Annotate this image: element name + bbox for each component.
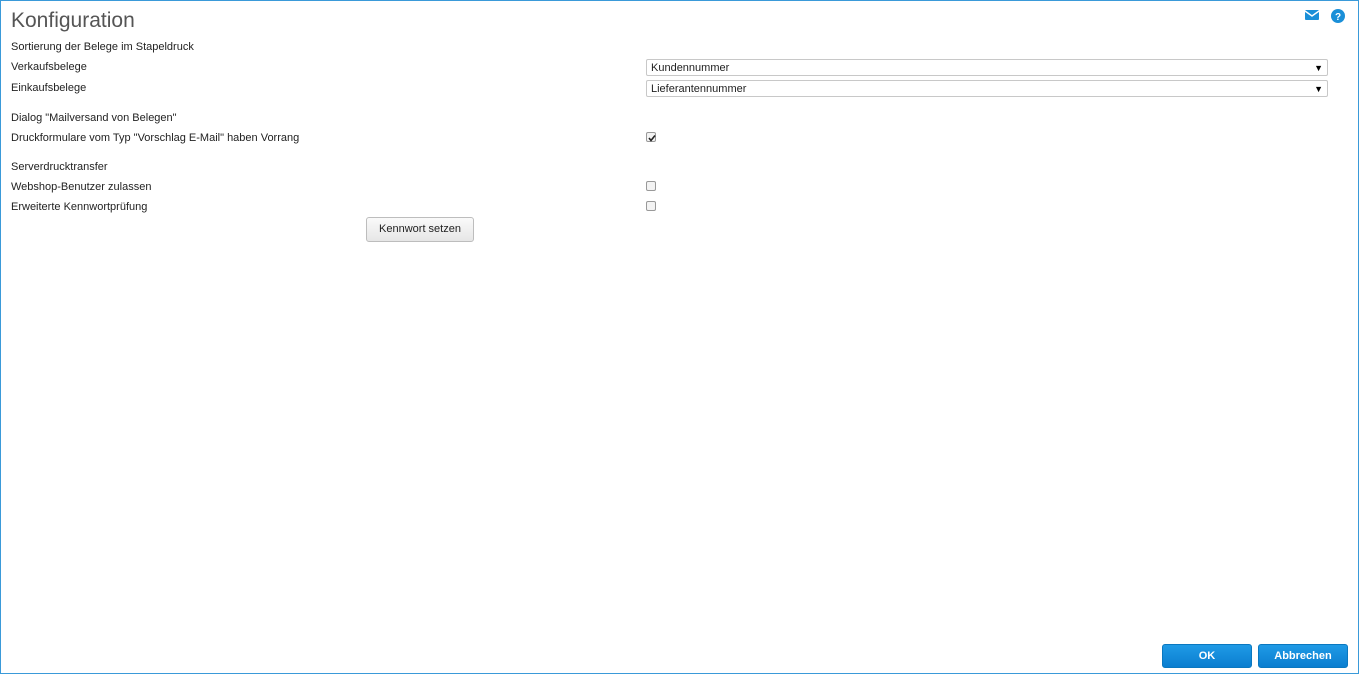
- mail-icon[interactable]: [1304, 8, 1320, 24]
- help-icon[interactable]: ?: [1330, 8, 1346, 24]
- mail-priority-label: Druckformulare vom Typ "Vorschlag E-Mail…: [11, 132, 300, 144]
- sales-documents-label: Verkaufsbelege: [11, 61, 87, 73]
- chevron-down-icon: ▼: [1314, 84, 1323, 94]
- cancel-button[interactable]: Abbrechen: [1258, 644, 1348, 668]
- webshop-users-checkbox[interactable]: [646, 181, 656, 191]
- webshop-users-label: Webshop-Benutzer zulassen: [11, 181, 152, 193]
- purchase-documents-value: Lieferantennummer: [651, 83, 747, 95]
- server-heading: Serverdrucktransfer: [11, 161, 108, 173]
- purchase-documents-select[interactable]: Lieferantennummer ▼: [646, 80, 1328, 97]
- chevron-down-icon: ▼: [1314, 63, 1323, 73]
- svg-text:?: ?: [1335, 12, 1341, 23]
- sales-documents-select[interactable]: Kundennummer ▼: [646, 59, 1328, 76]
- top-icon-bar: ?: [1304, 8, 1346, 24]
- mail-heading: Dialog "Mailversand von Belegen": [11, 112, 177, 124]
- configuration-dialog: Konfiguration ? Sortierung der Belege im…: [0, 0, 1359, 674]
- checkmark-icon: [648, 135, 656, 142]
- set-password-button[interactable]: Kennwort setzen: [366, 217, 474, 242]
- password-check-checkbox[interactable]: [646, 201, 656, 211]
- purchase-documents-label: Einkaufsbelege: [11, 82, 87, 94]
- sorting-heading: Sortierung der Belege im Stapeldruck: [11, 41, 194, 53]
- mail-priority-checkbox[interactable]: [646, 132, 656, 142]
- ok-button[interactable]: OK: [1162, 644, 1252, 668]
- page-title: Konfiguration: [11, 9, 135, 32]
- password-check-label: Erweiterte Kennwortprüfung: [11, 201, 148, 213]
- sales-documents-value: Kundennummer: [651, 62, 730, 74]
